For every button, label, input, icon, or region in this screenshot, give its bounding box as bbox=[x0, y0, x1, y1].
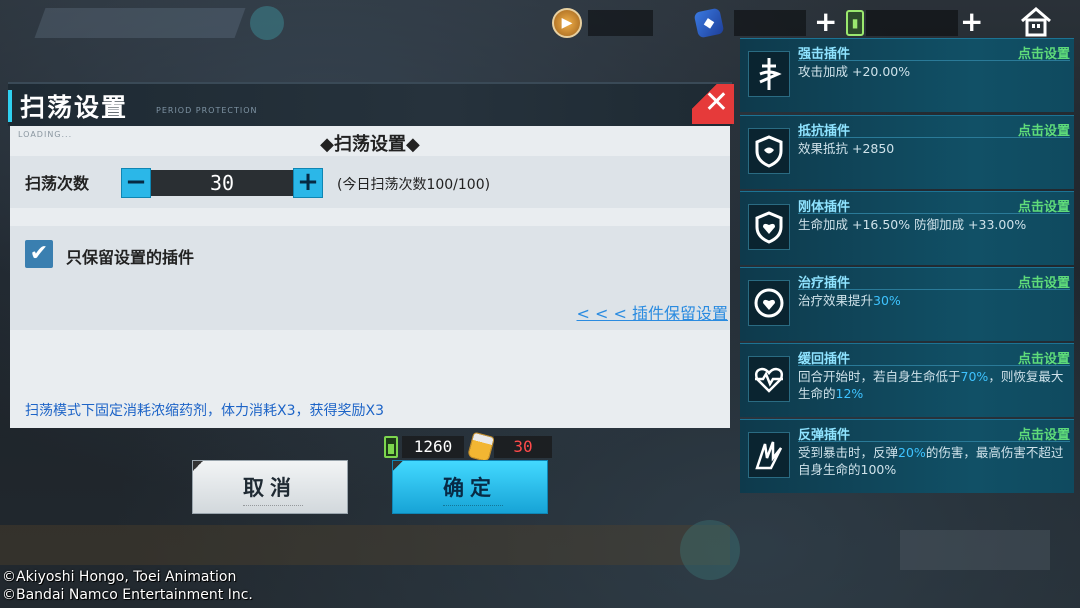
potion-cost: 30 bbox=[494, 436, 552, 458]
plugin-desc-text: 生命加成 +16.50% 防御加成 +33.00% bbox=[798, 217, 1027, 232]
gem-cube-icon: ◆ bbox=[693, 7, 725, 39]
plugin-keep-settings-link[interactable]: < < < 插件保留设置 bbox=[577, 300, 728, 324]
gem-amount bbox=[734, 10, 806, 36]
confirm-label: 确定 bbox=[443, 476, 497, 500]
background-decoration bbox=[680, 520, 740, 580]
plugin-description: 回合开始时，若自身生命低于70%，则恢复最大生命的12% bbox=[798, 368, 1070, 402]
coin-amount bbox=[588, 10, 653, 36]
divider bbox=[798, 289, 1070, 290]
plugin-desc-text: 效果抵抗 +2850 bbox=[798, 141, 895, 156]
background-decoration bbox=[250, 6, 284, 40]
sweep-count-row: 扫荡次数 − 30 + (今日扫荡次数100/100) bbox=[10, 156, 730, 208]
plugin-desc-highlight: 12% bbox=[835, 386, 864, 401]
keep-plugins-label: 只保留设置的插件 bbox=[66, 248, 195, 267]
home-button[interactable] bbox=[1018, 6, 1054, 38]
plugin-desc-text: 攻击加成 +20.00% bbox=[798, 64, 911, 79]
potion-icon bbox=[467, 431, 495, 463]
button-decoration bbox=[243, 505, 303, 509]
cancel-button[interactable]: 取消 bbox=[192, 460, 348, 514]
increase-count-button[interactable]: + bbox=[293, 168, 323, 198]
play-coin-icon: ▶ bbox=[552, 8, 582, 38]
sweep-count-label: 扫荡次数 bbox=[25, 174, 90, 193]
plugin-description: 攻击加成 +20.00% bbox=[798, 63, 1070, 80]
plugin-description: 效果抵抗 +2850 bbox=[798, 140, 1070, 157]
plugin-item[interactable]: 抵抗插件 点击设置 效果抵抗 +2850 bbox=[740, 115, 1074, 189]
add-gem-button[interactable]: + bbox=[814, 6, 837, 38]
divider bbox=[798, 213, 1070, 214]
battery-icon bbox=[384, 436, 398, 458]
plugin-item[interactable]: 强击插件 点击设置 攻击加成 +20.00% bbox=[740, 38, 1074, 112]
plugin-item[interactable]: 刚体插件 点击设置 生命加成 +16.50% 防御加成 +33.00% bbox=[740, 191, 1074, 265]
stamina-cost: 1260 bbox=[402, 436, 464, 458]
decrease-count-button[interactable]: − bbox=[121, 168, 151, 198]
plugin-description: 受到暴击时，反弹20%的伤害，最高伤害不超过自身生命的100% bbox=[798, 444, 1070, 478]
plugin-description: 生命加成 +16.50% 防御加成 +33.00% bbox=[798, 216, 1070, 233]
rebound-claw-icon bbox=[748, 432, 790, 478]
heal-heart-icon bbox=[748, 280, 790, 326]
keep-plugins-row: ✔ 只保留设置的插件 < < < 插件保留设置 bbox=[10, 226, 730, 330]
plugin-desc-text: 回合开始时，若自身生命低于 bbox=[798, 369, 961, 384]
home-icon bbox=[1021, 7, 1051, 37]
sweep-count-input[interactable]: 30 bbox=[151, 170, 293, 196]
background-decoration bbox=[900, 530, 1050, 570]
plugin-description: 治疗效果提升30% bbox=[798, 292, 1070, 309]
divider bbox=[798, 365, 1070, 366]
divider bbox=[798, 60, 1070, 61]
plugin-item[interactable]: 缓回插件 点击设置 回合开始时，若自身生命低于70%，则恢复最大生命的12% bbox=[740, 343, 1074, 417]
copyright-line: ©Akiyoshi Hongo, Toei Animation bbox=[2, 569, 237, 585]
shield-icon bbox=[748, 128, 790, 174]
sword-icon bbox=[748, 51, 790, 97]
heartbeat-icon bbox=[748, 356, 790, 402]
close-button[interactable]: ✕ bbox=[692, 84, 734, 124]
section-title: ◆扫荡设置◆ bbox=[320, 134, 420, 155]
heart-shield-icon bbox=[748, 204, 790, 250]
dialog-body: LOADING... ◆扫荡设置◆ 扫荡次数 − 30 + (今日扫荡次数100… bbox=[10, 126, 730, 428]
confirm-button[interactable]: 确定 bbox=[392, 460, 548, 514]
plugin-item[interactable]: 治疗插件 点击设置 治疗效果提升30% bbox=[740, 267, 1074, 341]
dialog-title: 扫荡设置 bbox=[20, 93, 129, 122]
copyright-line: ©Bandai Namco Entertainment Inc. bbox=[2, 587, 253, 603]
keep-plugins-checkbox[interactable]: ✔ bbox=[25, 240, 53, 268]
button-decoration bbox=[443, 505, 503, 509]
plugin-panel: 强击插件 点击设置 攻击加成 +20.00% 抵抗插件 点击设置 效果抵抗 +2… bbox=[740, 38, 1074, 494]
dialog-subtitle: PERIOD PROTECTION bbox=[156, 106, 258, 115]
divider bbox=[798, 441, 1070, 442]
plugin-desc-text: 治疗效果提升 bbox=[798, 293, 874, 308]
background-decoration bbox=[0, 525, 730, 565]
copyright-notice: ©Akiyoshi Hongo, Toei Animation ©Bandai … bbox=[2, 568, 253, 604]
battery-icon: ▮ bbox=[846, 10, 864, 36]
sweep-settings-dialog: 扫荡设置 PERIOD PROTECTION ✕ LOADING... ◆扫荡设… bbox=[8, 82, 734, 522]
stamina-amount bbox=[866, 10, 958, 36]
divider bbox=[798, 137, 1070, 138]
background-decoration bbox=[34, 8, 246, 38]
sweep-info-text: 扫荡模式下固定消耗浓缩药剂，体力消耗X3，获得奖励X3 bbox=[25, 403, 384, 419]
daily-sweep-count: (今日扫荡次数100/100) bbox=[337, 177, 491, 193]
close-icon: ✕ bbox=[703, 85, 729, 120]
plugin-desc-highlight: 20% bbox=[898, 445, 926, 460]
cancel-label: 取消 bbox=[243, 476, 297, 500]
plugin-desc-highlight: 30% bbox=[873, 293, 901, 308]
add-stamina-button[interactable]: + bbox=[960, 6, 983, 38]
dialog-header: 扫荡设置 PERIOD PROTECTION ✕ bbox=[8, 82, 734, 126]
plugin-desc-highlight: 70% bbox=[960, 369, 989, 384]
resource-bar: ▶ ◆ + ▮ + bbox=[548, 4, 1080, 40]
plugin-item[interactable]: 反弹插件 点击设置 受到暴击时，反弹20%的伤害，最高伤害不超过自身生命的100… bbox=[740, 419, 1074, 493]
plugin-desc-text: 受到暴击时，反弹 bbox=[798, 445, 899, 460]
